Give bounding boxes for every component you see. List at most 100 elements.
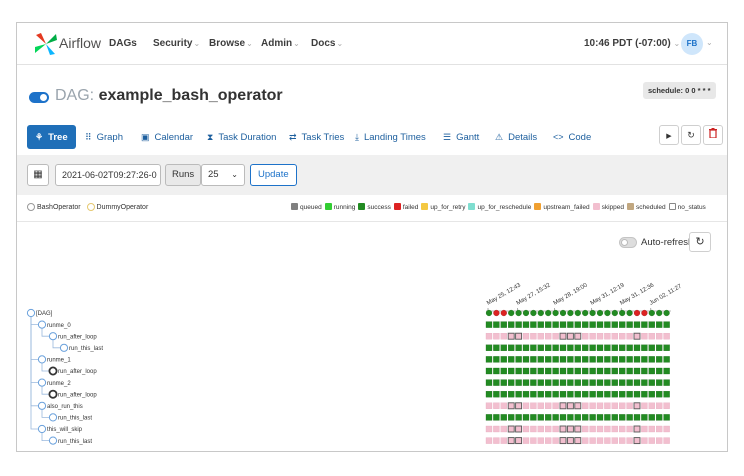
task-instance-square[interactable] [574, 425, 582, 433]
task-instance-square[interactable] [530, 414, 537, 421]
task-instance-square[interactable] [574, 402, 582, 410]
task-instance-square[interactable] [485, 425, 493, 433]
task-instance-square[interactable] [485, 367, 493, 375]
task-instance-square[interactable] [508, 367, 515, 375]
task-instance-square[interactable] [522, 379, 530, 386]
task-instance-square[interactable] [552, 356, 559, 363]
task-node-circle[interactable] [37, 378, 47, 387]
task-instance-square[interactable] [552, 425, 559, 433]
tab-graph[interactable]: ⠿ Graph [85, 125, 123, 149]
dag-run-circle[interactable] [500, 309, 507, 317]
task-instance-square[interactable] [566, 425, 574, 433]
brand-name[interactable]: Airflow [59, 35, 101, 51]
task-instance-square[interactable] [515, 391, 522, 398]
task-instance-square[interactable] [500, 321, 507, 328]
task-instance-square[interactable] [567, 356, 574, 363]
task-instance-square[interactable] [485, 356, 493, 363]
task-instance-square[interactable] [508, 379, 515, 386]
task-node-circle[interactable] [48, 436, 58, 445]
task-instance-square[interactable] [530, 402, 537, 409]
task-instance-square[interactable] [626, 356, 633, 363]
task-instance-square[interactable] [626, 367, 633, 375]
task-instance-square[interactable] [493, 356, 500, 363]
task-instance-square[interactable] [641, 414, 648, 421]
task-instance-square[interactable] [522, 344, 530, 351]
task-node-circle[interactable] [37, 320, 47, 329]
task-instance-square[interactable] [537, 379, 544, 386]
task-instance-square[interactable] [656, 379, 663, 386]
task-instance-square[interactable] [567, 344, 574, 351]
task-label[interactable]: runme_2 [47, 381, 71, 387]
task-instance-square[interactable] [559, 391, 567, 398]
task-instance-square[interactable] [633, 425, 641, 433]
task-instance-square[interactable] [611, 391, 618, 398]
task-instance-square[interactable] [589, 425, 596, 433]
task-instance-square[interactable] [522, 425, 530, 433]
task-instance-square[interactable] [604, 356, 611, 363]
task-instance-square[interactable] [648, 391, 655, 398]
task-instance-square[interactable] [648, 425, 655, 433]
task-instance-square[interactable] [567, 414, 574, 421]
task-instance-square[interactable] [515, 425, 523, 433]
task-instance-square[interactable] [545, 321, 552, 328]
task-instance-square[interactable] [641, 333, 648, 340]
task-instance-square[interactable] [552, 333, 559, 340]
task-instance-square[interactable] [485, 379, 493, 386]
dag-run-circle[interactable] [619, 309, 626, 317]
task-node-circle[interactable] [48, 389, 58, 399]
task-instance-square[interactable] [567, 321, 574, 328]
task-instance-square[interactable] [559, 332, 567, 340]
task-instance-square[interactable] [552, 402, 559, 409]
task-instance-square[interactable] [611, 356, 618, 363]
task-instance-square[interactable] [493, 402, 500, 409]
task-instance-square[interactable] [611, 379, 618, 386]
delete-dag-button[interactable] [703, 125, 723, 145]
task-instance-square[interactable] [566, 402, 574, 410]
task-instance-square[interactable] [641, 402, 648, 409]
task-instance-square[interactable] [656, 356, 663, 363]
nav-admin[interactable]: Admin⌄ [261, 38, 300, 49]
tab-gantt[interactable]: ☰ Gantt [443, 125, 479, 149]
task-instance-square[interactable] [574, 414, 581, 421]
task-instance-square[interactable] [663, 344, 670, 351]
task-instance-square[interactable] [596, 414, 604, 421]
task-instance-square[interactable] [596, 356, 604, 363]
task-instance-square[interactable] [641, 356, 648, 363]
task-instance-square[interactable] [500, 379, 507, 386]
dag-run-circle[interactable] [567, 309, 574, 317]
task-instance-square[interactable] [508, 414, 515, 421]
task-instance-square[interactable] [656, 367, 663, 375]
task-instance-square[interactable] [530, 367, 537, 375]
task-instance-square[interactable] [633, 402, 641, 410]
dag-run-circle[interactable] [633, 309, 641, 317]
tab-task-duration[interactable]: ⧗ Task Duration [207, 125, 276, 149]
trigger-dag-button[interactable]: ▶ [659, 125, 679, 145]
task-instance-square[interactable] [582, 425, 589, 433]
task-instance-square[interactable] [648, 367, 655, 375]
task-instance-square[interactable] [500, 437, 507, 444]
base-date-input[interactable]: 2021-06-02T09:27:26-0 [55, 164, 161, 186]
task-instance-square[interactable] [522, 402, 530, 409]
dag-run-circle[interactable] [589, 309, 596, 317]
dag-pause-toggle[interactable] [29, 92, 49, 103]
task-instance-square[interactable] [656, 344, 663, 351]
task-instance-square[interactable] [626, 425, 633, 433]
task-instance-square[interactable] [589, 321, 596, 328]
task-instance-square[interactable] [545, 333, 552, 340]
dag-run-circle[interactable] [545, 309, 552, 317]
task-instance-square[interactable] [552, 379, 559, 386]
task-instance-square[interactable] [633, 332, 641, 340]
task-instance-square[interactable] [507, 425, 515, 433]
task-node-circle[interactable] [48, 366, 58, 376]
timezone-clock[interactable]: 10:46 PDT (-07:00) ⌄ [584, 38, 680, 49]
task-instance-square[interactable] [559, 379, 567, 386]
task-instance-square[interactable] [522, 333, 530, 340]
dag-run-circle[interactable] [641, 309, 648, 317]
dag-run-circle[interactable] [485, 309, 493, 317]
task-instance-square[interactable] [619, 437, 626, 444]
task-instance-square[interactable] [641, 367, 648, 375]
task-instance-square[interactable] [626, 402, 633, 409]
task-instance-square[interactable] [537, 414, 544, 421]
task-instance-square[interactable] [574, 344, 581, 351]
task-instance-square[interactable] [537, 367, 544, 375]
